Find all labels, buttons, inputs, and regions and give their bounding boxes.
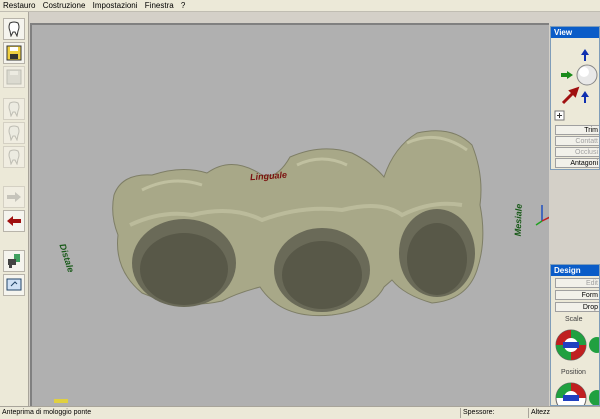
arrow-right-icon bbox=[7, 192, 21, 202]
contact-button[interactable]: Contatt bbox=[555, 136, 599, 146]
tooth-icon bbox=[8, 101, 20, 117]
view-bottom-arrow-icon bbox=[581, 91, 589, 103]
menu-impostazioni[interactable]: Impostazioni bbox=[91, 0, 140, 11]
menu-finestra[interactable]: Finestra bbox=[143, 0, 176, 11]
tooth-tool-3-button[interactable] bbox=[3, 122, 25, 144]
save-icon bbox=[6, 45, 22, 61]
menu-bar: Restauro Costruzione Impostazioni Finest… bbox=[0, 0, 600, 12]
save-icon bbox=[6, 69, 22, 85]
view-top-arrow-icon bbox=[581, 49, 589, 61]
design-panel: Design Edit Form Drop Scale Position bbox=[550, 264, 600, 406]
status-bar: Anteprima di mologgio ponte Spessore: Al… bbox=[0, 406, 600, 419]
view-orientation-widget[interactable] bbox=[551, 39, 600, 123]
tooth-tool-2-button[interactable] bbox=[3, 98, 25, 120]
bridge-model[interactable] bbox=[32, 25, 549, 406]
label-mesial: Mesiale bbox=[512, 203, 524, 237]
status-message: Anteprima di mologgio ponte bbox=[2, 409, 92, 416]
menu-restauro[interactable]: Restauro bbox=[1, 0, 37, 11]
drop-button[interactable]: Drop bbox=[555, 302, 599, 312]
status-height: Altezz bbox=[528, 408, 550, 418]
view-panel: View Trim Contatt Occlusi Antagoni bbox=[550, 26, 600, 170]
view-panel-title: View bbox=[551, 27, 599, 38]
view-left-arrow-icon bbox=[561, 71, 573, 79]
forward-button[interactable] bbox=[3, 186, 25, 208]
view-diag-arrow-icon bbox=[561, 86, 580, 105]
save-button[interactable] bbox=[3, 42, 25, 64]
tooth-icon bbox=[8, 149, 20, 165]
position-section-label: Position bbox=[561, 369, 586, 376]
scale-section-label: Scale bbox=[565, 316, 583, 323]
monitor-icon bbox=[6, 278, 22, 291]
design-panel-title: Design bbox=[551, 265, 599, 276]
export-button[interactable] bbox=[3, 274, 25, 296]
tooth-icon bbox=[8, 21, 20, 37]
scale-control[interactable] bbox=[551, 325, 600, 365]
back-button[interactable] bbox=[3, 210, 25, 232]
tooth-icon bbox=[8, 125, 20, 141]
menu-help[interactable]: ? bbox=[179, 0, 187, 11]
antagonist-button[interactable]: Antagoni bbox=[555, 158, 599, 168]
occlusion-button[interactable]: Occlusi bbox=[555, 147, 599, 157]
edit-button[interactable]: Edit bbox=[555, 278, 599, 288]
tooth-tool-button[interactable] bbox=[3, 18, 25, 40]
status-thickness: Spessore: bbox=[460, 408, 495, 418]
tooth-tool-4-button[interactable] bbox=[3, 146, 25, 168]
trim-button[interactable]: Trim bbox=[555, 125, 599, 135]
menu-costruzione[interactable]: Costruzione bbox=[41, 0, 88, 11]
left-toolbar bbox=[0, 12, 29, 406]
milling-icon bbox=[8, 254, 20, 268]
form-button[interactable]: Form bbox=[555, 290, 599, 300]
save-disabled-button[interactable] bbox=[3, 66, 25, 88]
3d-viewport[interactable]: Linguale Distale Mesiale bbox=[30, 23, 549, 406]
arrow-left-icon bbox=[7, 216, 21, 226]
position-control[interactable] bbox=[551, 378, 600, 406]
milling-button[interactable] bbox=[3, 250, 25, 272]
